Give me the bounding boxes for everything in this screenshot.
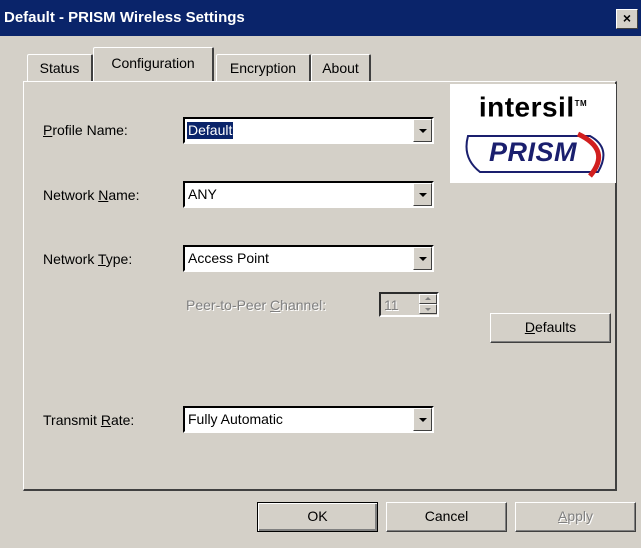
peer-channel-spinner: 11 xyxy=(379,292,439,317)
tab-label: About xyxy=(322,60,359,76)
ok-label: OK xyxy=(307,508,328,524)
prism-logo: PRISM xyxy=(450,128,616,183)
peer-channel-value: 11 xyxy=(384,297,399,313)
ok-button[interactable]: OK xyxy=(257,502,378,532)
defaults-button[interactable]: Defaults xyxy=(490,313,611,343)
close-icon: × xyxy=(622,10,632,26)
profile-name-label: Profile Name: xyxy=(43,122,128,138)
network-type-combo[interactable]: Access Point xyxy=(183,245,434,272)
tab-configuration[interactable]: Configuration xyxy=(93,47,214,81)
spin-down-icon xyxy=(419,304,437,314)
trademark-mark: TM xyxy=(574,99,588,108)
dialog-window: Default - PRISM Wireless Settings × Stat… xyxy=(0,0,641,548)
tab-about[interactable]: About xyxy=(311,54,371,81)
intersil-text: intersil xyxy=(478,91,575,123)
spin-up-icon xyxy=(419,294,437,304)
title-bar[interactable]: Default - PRISM Wireless Settings × xyxy=(0,0,641,36)
profile-name-combo[interactable]: Default xyxy=(183,117,434,144)
prism-text: PRISM xyxy=(488,137,577,167)
tab-label: Configuration xyxy=(111,55,195,71)
window-title: Default - PRISM Wireless Settings xyxy=(4,9,245,26)
tab-status[interactable]: Status xyxy=(27,54,93,81)
chevron-down-icon[interactable] xyxy=(413,119,432,142)
network-name-label: Network Name: xyxy=(43,187,140,203)
cancel-button[interactable]: Cancel xyxy=(386,502,507,532)
tab-label: Status xyxy=(39,60,80,76)
intersil-wordmark: intersilTM xyxy=(450,84,616,124)
transmit-rate-combo[interactable]: Fully Automatic xyxy=(183,406,434,433)
network-name-combo[interactable]: ANY xyxy=(183,181,434,208)
network-type-value: Access Point xyxy=(188,250,269,266)
network-type-label: Network Type: xyxy=(43,251,133,267)
cancel-label: Cancel xyxy=(424,508,469,524)
tab-label: Encryption xyxy=(229,60,297,76)
peer-channel-label: Peer-to-Peer Channel: xyxy=(186,297,327,313)
close-button[interactable]: × xyxy=(616,9,638,29)
chevron-down-icon[interactable] xyxy=(413,247,432,270)
chevron-down-icon[interactable] xyxy=(413,183,432,206)
profile-name-value: Default xyxy=(185,121,235,140)
intersil-prism-logo: intersilTM PRISM xyxy=(450,84,616,183)
apply-button: Apply xyxy=(515,502,636,532)
chevron-down-icon[interactable] xyxy=(413,408,432,431)
transmit-rate-label: Transmit Rate: xyxy=(43,412,135,428)
tab-encryption[interactable]: Encryption xyxy=(216,54,311,81)
network-name-value: ANY xyxy=(188,186,217,202)
transmit-rate-value: Fully Automatic xyxy=(188,411,283,427)
